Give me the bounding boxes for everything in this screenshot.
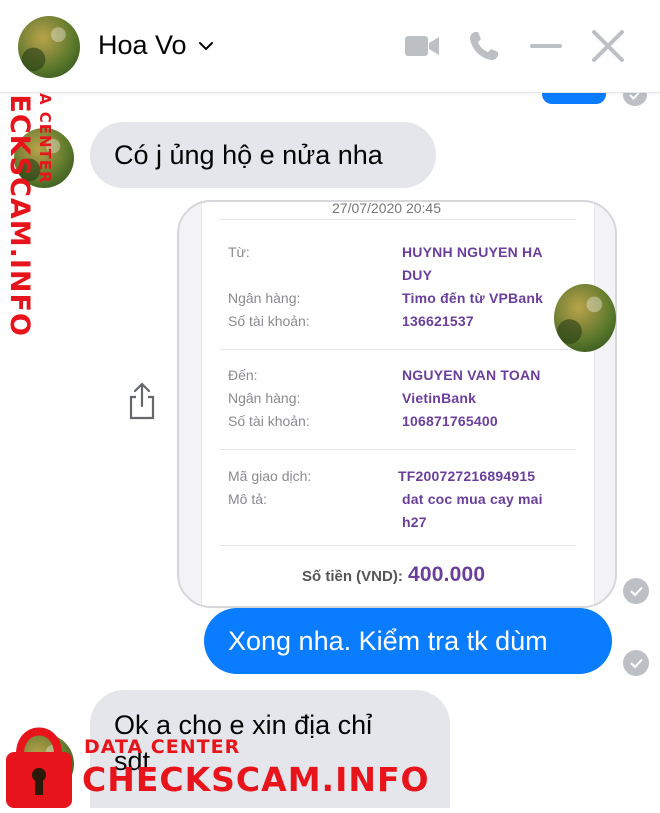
to-label: Đến:	[228, 367, 258, 383]
watermark-bottom-big: CHECKSCAM.INFO	[82, 760, 430, 799]
from-account-label: Số tài khoản:	[228, 313, 310, 329]
from-name-line2: DUY	[402, 267, 433, 283]
chat-header: Hoa Vo	[0, 0, 660, 93]
to-account: 106871765400	[402, 413, 498, 429]
transaction-id-label: Mã giao dịch:	[228, 468, 312, 484]
receipt-card: 27/07/2020 20:45 Từ: HUYNH NGUYEN HA DUY…	[201, 200, 595, 606]
from-bank-label: Ngân hàng:	[228, 290, 301, 306]
share-icon	[129, 382, 155, 420]
watermark-vertical-big: CHECKSCAM.INFO	[4, 50, 35, 337]
lock-icon	[6, 727, 72, 808]
chevron-down-icon	[198, 41, 213, 50]
receipt-datetime: 27/07/2020 20:45	[332, 200, 441, 216]
share-button[interactable]	[126, 382, 158, 422]
incoming-message[interactable]: Có j ủng hộ e nửa nha	[90, 122, 436, 188]
message-text: Xong nha. Kiểm tra tk dùm	[228, 626, 548, 656]
voice-call-button[interactable]	[466, 28, 502, 64]
close-icon	[592, 30, 624, 62]
video-call-icon	[405, 36, 439, 56]
divider	[220, 545, 576, 546]
from-bank: Timo đến từ VPBank	[402, 290, 544, 306]
amount-label: Số tiền (VND):	[302, 568, 403, 585]
video-call-button[interactable]	[404, 28, 440, 64]
from-label: Từ:	[228, 244, 250, 260]
contact-name: Hoa Vo	[98, 30, 187, 60]
from-name-line1: HUYNH NGUYEN HA	[402, 244, 543, 260]
to-bank-label: Ngân hàng:	[228, 390, 301, 406]
contact-avatar[interactable]	[18, 16, 80, 78]
description-line1: dat coc mua cay mai	[402, 491, 543, 507]
seen-check-icon	[623, 650, 649, 676]
description-label: Mô tả:	[228, 491, 267, 507]
phone-icon	[470, 32, 498, 60]
to-account-label: Số tài khoản:	[228, 413, 310, 429]
divider	[220, 449, 576, 450]
transaction-id: TF200727216894915	[398, 468, 536, 484]
message-text: Có j ủng hộ e nửa nha	[114, 140, 383, 170]
contact-name-button[interactable]: Hoa Vo	[98, 30, 215, 61]
to-bank: VietinBank	[402, 390, 477, 406]
watermark-bottom-small: DATA CENTER	[84, 736, 241, 758]
outgoing-message[interactable]: Xong nha. Kiểm tra tk dùm	[204, 608, 612, 674]
from-account: 136621537	[402, 313, 474, 329]
to-name: NGUYEN VAN TOAN	[402, 367, 541, 383]
divider	[220, 349, 576, 350]
divider	[220, 219, 576, 220]
amount-value: 400.000	[408, 563, 486, 586]
minimize-button[interactable]	[528, 28, 564, 64]
read-receipt-avatar	[554, 284, 616, 352]
description-line2: h27	[402, 514, 427, 530]
minimize-icon	[530, 44, 562, 48]
watermark-lock-bottom	[4, 720, 74, 808]
seen-check-icon	[623, 578, 649, 604]
transfer-receipt-image[interactable]: 27/07/2020 20:45 Từ: HUYNH NGUYEN HA DUY…	[177, 200, 617, 608]
close-button[interactable]	[590, 28, 626, 64]
